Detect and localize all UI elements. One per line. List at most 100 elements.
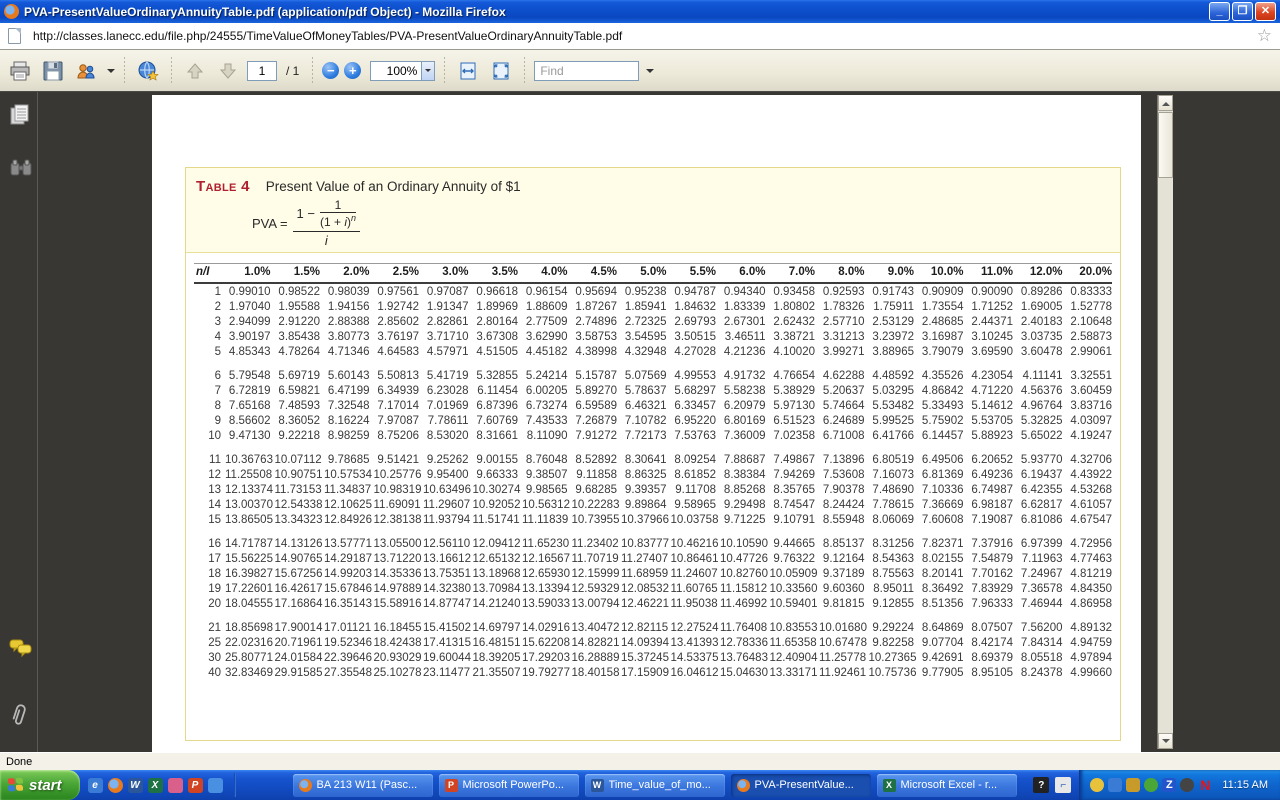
print-button[interactable] [6,57,34,85]
zoom-level-select[interactable]: 100% [370,61,422,81]
table-cell: 7.36578 [1013,581,1063,596]
table-cell: 5.14612 [964,398,1014,413]
table-cell: 2.62432 [766,314,816,329]
table-cell: 15.67846 [320,581,370,596]
start-label: start [29,777,62,794]
firefox-icon[interactable] [108,778,123,793]
excel-icon[interactable]: X [148,778,163,793]
scrollbar-thumb[interactable] [1158,112,1173,178]
next-page-button[interactable] [214,57,242,85]
table-cell: 4.84350 [1063,581,1113,596]
table-cell: 8.75206 [370,428,420,443]
media-icon[interactable] [208,778,223,793]
table-cell: 7.65168 [221,398,271,413]
table-cell: 12.40904 [766,650,816,665]
scroll-up-button[interactable] [1158,95,1173,111]
scroll-down-button[interactable] [1158,733,1173,749]
norton-tray-icon[interactable]: N [1198,778,1212,792]
taskbar-window-button[interactable]: WTime_value_of_mo... [585,774,725,797]
shield-tray-icon[interactable] [1126,778,1140,792]
zoom-in-button[interactable]: + [344,62,361,79]
taskbar-window-button[interactable]: PVA-PresentValue... [731,774,871,797]
table-cell: 8.36492 [914,581,964,596]
table-cell: 12.13374 [221,482,271,497]
word-icon[interactable]: W [128,778,143,793]
table-cell: 11.92461 [815,665,865,680]
restore-button[interactable]: ❐ [1232,2,1253,21]
taskbar-window-button[interactable]: XMicrosoft Excel - r... [877,774,1017,797]
table-cell: 9.11708 [667,482,717,497]
collaborate-button[interactable] [72,57,100,85]
table-cell: 3.79079 [914,344,964,359]
web-upload-button[interactable] [134,57,162,85]
table-cell: 0.92593 [815,283,865,299]
page-number-input[interactable] [247,61,277,81]
table-cell: 9.82258 [865,635,915,650]
zone-tray-icon[interactable]: Z [1162,778,1176,792]
comments-panel-icon[interactable] [9,638,31,660]
formula-denominator: i [325,232,328,248]
find-dropdown-arrow[interactable] [646,69,654,77]
table-cell: 7.60608 [914,512,964,527]
table-cell: 7.70162 [964,566,1014,581]
table-cell-n: 1 [194,283,221,299]
zoom-dropdown-arrow[interactable] [422,61,435,81]
table-cell: 2.69793 [667,314,717,329]
pdf-vertical-scrollbar[interactable] [1157,95,1173,749]
table-row: 3025.8077124.0158422.3964620.9302919.600… [194,650,1112,665]
table-cell-n: 11 [194,452,221,467]
collaborate-dropdown-arrow[interactable] [107,69,115,77]
previous-page-button[interactable] [181,57,209,85]
powerpoint-icon[interactable]: P [188,778,203,793]
table-row: 2118.8569817.9001417.0112116.1845515.415… [194,620,1112,635]
save-button[interactable] [39,57,67,85]
table-cell: 11.69091 [370,497,420,512]
url-input[interactable]: http://classes.lanecc.edu/file.php/24555… [33,29,1249,43]
start-button[interactable]: start [0,770,80,800]
table-cell: 10.36763 [221,452,271,467]
table-cell: 14.32380 [419,581,469,596]
table-cell: 0.94787 [667,283,717,299]
bookmark-star-icon[interactable]: ☆ [1257,26,1272,46]
taskbar-window-button[interactable]: PMicrosoft PowerPo... [439,774,579,797]
scheduler-tray-icon[interactable] [1180,778,1194,792]
search-binoculars-icon[interactable] [9,158,31,180]
table-cell: 10.33560 [766,581,816,596]
table-cell: 8.61852 [667,467,717,482]
table-cell: 5.50813 [370,368,420,383]
messenger-tray-icon[interactable] [1108,778,1122,792]
restore-up-icon[interactable]: ⌐ [1055,777,1071,793]
formula-one: 1 [297,206,304,221]
zoom-out-button[interactable]: − [322,62,339,79]
table-cell: 10.73955 [568,512,618,527]
internet-explorer-icon[interactable]: e [88,778,103,793]
table-cell: 5.20637 [815,383,865,398]
table-cell: 14.99203 [320,566,370,581]
table-cell: 11.23402 [568,536,618,551]
key-icon[interactable] [168,778,183,793]
table-cell: 6.59589 [568,398,618,413]
table-cell: 4.35526 [914,368,964,383]
table-row: 1211.2550810.9075110.5753410.257769.9540… [194,467,1112,482]
find-input[interactable] [534,61,639,81]
table-caption-section: Table 4 Present Value of an Ordinary Ann… [186,168,1120,253]
status-bar: Done [0,752,1280,770]
fit-width-button[interactable] [454,57,482,85]
help-icon[interactable]: ? [1033,777,1049,793]
table-cell: 0.90909 [914,283,964,299]
close-button[interactable]: ✕ [1255,2,1276,21]
minimize-button[interactable]: _ [1209,2,1230,21]
attachments-paperclip-icon[interactable] [9,702,31,724]
table-cell: 3.90197 [221,329,271,344]
pages-panel-icon[interactable] [9,104,31,126]
taskbar-window-button[interactable]: BA 213 W11 (Pasc... [293,774,433,797]
fit-page-button[interactable] [487,57,515,85]
update-tray-icon[interactable] [1144,778,1158,792]
table-cell: 4.85343 [221,344,271,359]
table-cell: 10.25776 [370,467,420,482]
table-header-rate: 3.5% [469,264,519,284]
table-cell: 0.99010 [221,283,271,299]
table-cell: 0.98522 [271,283,321,299]
table-header-rate: 8.0% [815,264,865,284]
smiley-tray-icon[interactable] [1090,778,1104,792]
